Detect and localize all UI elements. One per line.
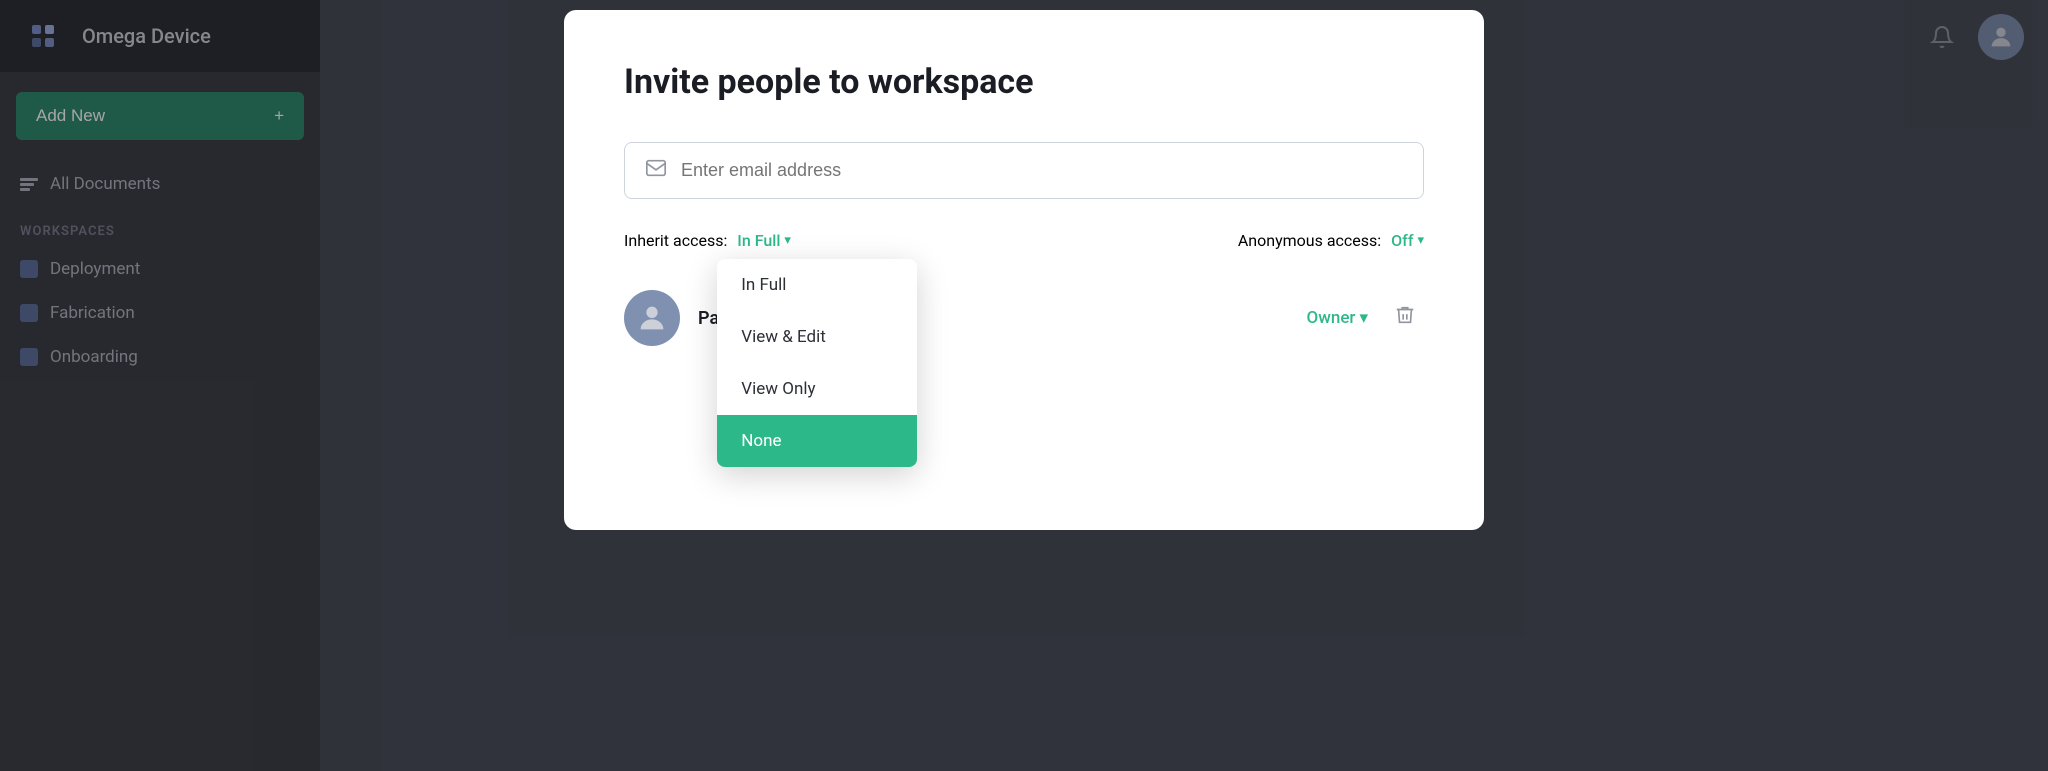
modal-overlay: Invite people to workspace Inherit acces… — [0, 0, 2048, 771]
inherit-access-value: In Full — [737, 231, 780, 250]
dropdown-option-in-full[interactable]: In Full — [717, 259, 917, 311]
anonymous-access-value: Off — [1391, 231, 1413, 250]
member-role-label: Owner — [1307, 308, 1356, 328]
anonymous-access-label: Anonymous access: — [1238, 231, 1381, 250]
anonymous-access-chevron: ▾ — [1417, 233, 1424, 248]
email-input-wrapper[interactable] — [624, 142, 1424, 199]
inherit-access-dropdown-container: In Full ▾ In Full View & Edit View Only … — [737, 231, 791, 250]
inherit-access-dropdown-menu: In Full View & Edit View Only None — [717, 259, 917, 467]
anonymous-access-toggle[interactable]: Off ▾ — [1391, 231, 1424, 250]
email-icon — [645, 157, 667, 184]
email-input[interactable] — [681, 160, 1403, 181]
member-avatar — [624, 290, 680, 346]
modal-title: Invite people to workspace — [624, 62, 1424, 102]
member-delete-button[interactable] — [1386, 300, 1424, 336]
member-role-toggle[interactable]: Owner ▾ — [1307, 308, 1368, 328]
inherit-access-toggle[interactable]: In Full ▾ — [737, 231, 791, 250]
member-role-chevron: ▾ — [1359, 308, 1368, 328]
dropdown-option-view-edit[interactable]: View & Edit — [717, 311, 917, 363]
invite-modal: Invite people to workspace Inherit acces… — [564, 10, 1484, 530]
dropdown-option-view-only[interactable]: View Only — [717, 363, 917, 415]
access-row: Inherit access: In Full ▾ In Full View &… — [624, 231, 1424, 250]
inherit-access-chevron: ▾ — [784, 233, 791, 248]
inherit-access-group: Inherit access: In Full ▾ In Full View &… — [624, 231, 791, 250]
anonymous-access-group: Anonymous access: Off ▾ — [1238, 231, 1424, 250]
inherit-access-label: Inherit access: — [624, 231, 727, 250]
dropdown-option-none[interactable]: None — [717, 415, 917, 467]
